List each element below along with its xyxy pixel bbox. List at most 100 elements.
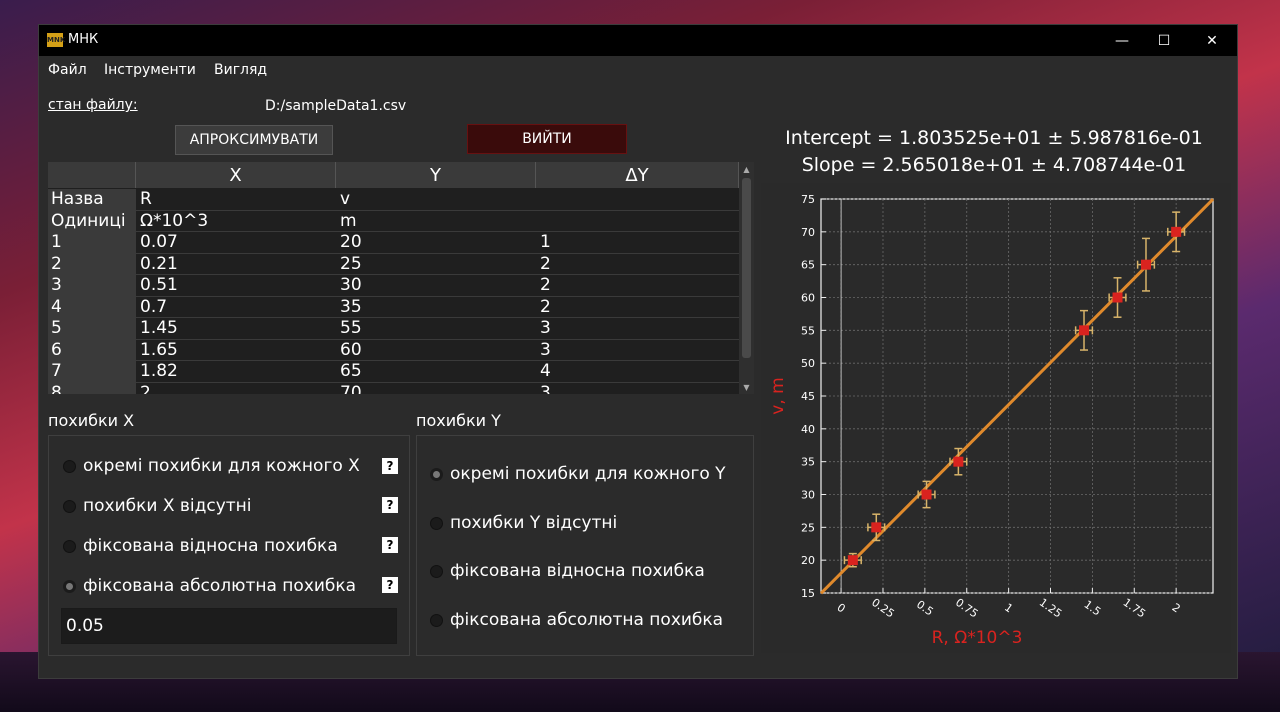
menu-tools[interactable]: Інструменти	[104, 62, 196, 78]
table-cell[interactable]: 55	[336, 318, 536, 340]
table-cell[interactable]: 1.45	[136, 318, 336, 340]
row-header: 1	[48, 232, 136, 254]
scatter-chart[interactable]: 15 20 25 30 35 40 45 50 55 60 65 70 75 0 0.25 0.5 0.75 1 1…	[761, 183, 1231, 653]
table-cell[interactable]: 3	[536, 383, 739, 395]
scroll-up-icon[interactable]: ▲	[739, 162, 754, 176]
table-cell[interactable]: 2	[536, 275, 739, 297]
table-row[interactable]: Назва Rv	[48, 189, 739, 211]
data-point	[1079, 325, 1090, 336]
y-tick-label: 20	[801, 554, 815, 567]
column-header-dy[interactable]: ΔY	[536, 162, 739, 188]
y-tick-label: 55	[801, 324, 815, 337]
scroll-down-icon[interactable]: ▼	[739, 380, 754, 394]
exit-button[interactable]: ВИЙТИ	[467, 124, 627, 154]
menu-file[interactable]: Файл	[48, 62, 87, 78]
errors-x-option-none[interactable]: похибки X відсутні	[63, 496, 252, 516]
table-cell[interactable]: 3	[536, 340, 739, 361]
table-cell[interactable]	[536, 189, 739, 211]
data-point	[1140, 259, 1151, 270]
window-title: МНК	[68, 32, 99, 47]
minimize-button[interactable]: —	[1099, 25, 1145, 56]
scroll-thumb[interactable]	[742, 178, 751, 358]
menu-view[interactable]: Вигляд	[214, 62, 267, 78]
table-cell[interactable]: 70	[336, 383, 536, 395]
table-cell[interactable]	[536, 211, 739, 232]
table-row[interactable]: 6 1.65 60 3	[48, 339, 739, 361]
data-table[interactable]: X Y ΔY Назва Rv Одиниці Ω*10^3 m 1 0.07 20 1 2 0.2…	[48, 162, 754, 394]
maximize-button[interactable]: ☐	[1141, 25, 1187, 56]
row-header: 4	[48, 296, 136, 318]
row-header: 5	[48, 318, 136, 340]
data-point	[1171, 226, 1182, 237]
help-icon[interactable]: ?	[382, 577, 398, 593]
table-cell[interactable]: 0.21	[136, 254, 336, 275]
table-cell[interactable]: 0.51	[136, 275, 336, 297]
app-icon: MNK	[47, 33, 65, 47]
menu-bar: Файл Інструменти Вигляд	[39, 56, 1237, 84]
table-row[interactable]: 1 0.07 20 1	[48, 232, 739, 254]
errors-y-option-absolute[interactable]: фіксована абсолютна похибка	[430, 610, 723, 630]
table-cell[interactable]: 65	[336, 361, 536, 383]
errors-y-option-none[interactable]: похибки Y відсутні	[430, 513, 617, 533]
approximate-button[interactable]: АПРОКСИМУВАТИ	[175, 125, 333, 155]
plot-area: 15 20 25 30 35 40 45 50 55 60 65 70 75 0 0.25 0.5 0.75 1 1…	[761, 183, 1231, 653]
column-header-x[interactable]: X	[136, 162, 336, 188]
table-cell[interactable]: 1.65	[136, 340, 336, 361]
row-header: Назва	[48, 189, 136, 211]
radio-icon	[430, 613, 443, 627]
file-status-label: стан файлу:	[48, 97, 138, 113]
table-cell[interactable]: m	[336, 211, 536, 232]
table-cell[interactable]: v	[336, 189, 536, 211]
table-cell[interactable]: 0.07	[136, 232, 336, 254]
close-button[interactable]: ✕	[1189, 25, 1235, 56]
y-tick-label: 40	[801, 423, 815, 436]
radio-icon	[430, 516, 443, 530]
errors-x-option-absolute[interactable]: фіксована абсолютна похибка	[63, 576, 356, 596]
errors-y-group: окремі похибки для кожного Y похибки Y в…	[416, 435, 754, 656]
y-tick-label: 50	[801, 357, 815, 370]
table-cell[interactable]: 1.82	[136, 361, 336, 383]
table-row[interactable]: Одиниці Ω*10^3 m	[48, 210, 739, 232]
table-cell[interactable]: Ω*10^3	[136, 211, 336, 232]
table-cell[interactable]: 2	[536, 254, 739, 275]
table-cell[interactable]: 2	[536, 297, 739, 318]
y-tick-label: 65	[801, 259, 815, 272]
table-row[interactable]: 5 1.45 55 3	[48, 318, 739, 340]
table-cell[interactable]: 0.7	[136, 297, 336, 318]
table-cell[interactable]: 35	[336, 297, 536, 318]
table-cell[interactable]: 25	[336, 254, 536, 275]
table-cell[interactable]: 30	[336, 275, 536, 297]
errors-x-title: похибки X	[48, 411, 135, 430]
absolute-error-input[interactable]: 0.05	[61, 608, 397, 644]
help-icon[interactable]: ?	[382, 458, 398, 474]
column-header-y[interactable]: Y	[336, 162, 536, 188]
table-row[interactable]: 3 0.51 30 2	[48, 275, 739, 297]
row-header: 3	[48, 275, 136, 297]
table-cell[interactable]: 3	[536, 318, 739, 340]
errors-x-option-individual[interactable]: окремі похибки для кожного X	[63, 456, 360, 476]
table-row[interactable]: 8 2 70 3	[48, 382, 739, 395]
radio-icon	[63, 499, 76, 513]
table-scrollbar[interactable]: ▲ ▼	[739, 162, 754, 394]
table-cell[interactable]: 4	[536, 361, 739, 383]
errors-y-option-relative[interactable]: фіксована відносна похибка	[430, 561, 705, 581]
x-tick-label: 0	[835, 601, 848, 616]
help-icon[interactable]: ?	[382, 537, 398, 553]
x-tick-label: 0.5	[914, 598, 936, 619]
table-row[interactable]: 4 0.7 35 2	[48, 296, 739, 318]
table-cell[interactable]: 60	[336, 340, 536, 361]
table-cell[interactable]: 2	[136, 383, 336, 395]
table-cell[interactable]: 1	[536, 232, 739, 254]
table-row[interactable]: 7 1.82 65 4	[48, 361, 739, 383]
errors-y-option-individual[interactable]: окремі похибки для кожного Y	[430, 464, 726, 484]
table-cell[interactable]: R	[136, 189, 336, 211]
table-cell[interactable]: 20	[336, 232, 536, 254]
app-window: MNK МНК — ☐ ✕ Файл Інструменти Вигляд ст…	[38, 24, 1238, 679]
x-tick-label: 1.75	[1121, 596, 1149, 621]
radio-selected-icon	[63, 579, 76, 593]
row-header: 7	[48, 361, 136, 383]
x-tick-label: 1.5	[1081, 598, 1103, 619]
table-row[interactable]: 2 0.21 25 2	[48, 253, 739, 275]
errors-x-option-relative[interactable]: фіксована відносна похибка	[63, 536, 338, 556]
help-icon[interactable]: ?	[382, 497, 398, 513]
